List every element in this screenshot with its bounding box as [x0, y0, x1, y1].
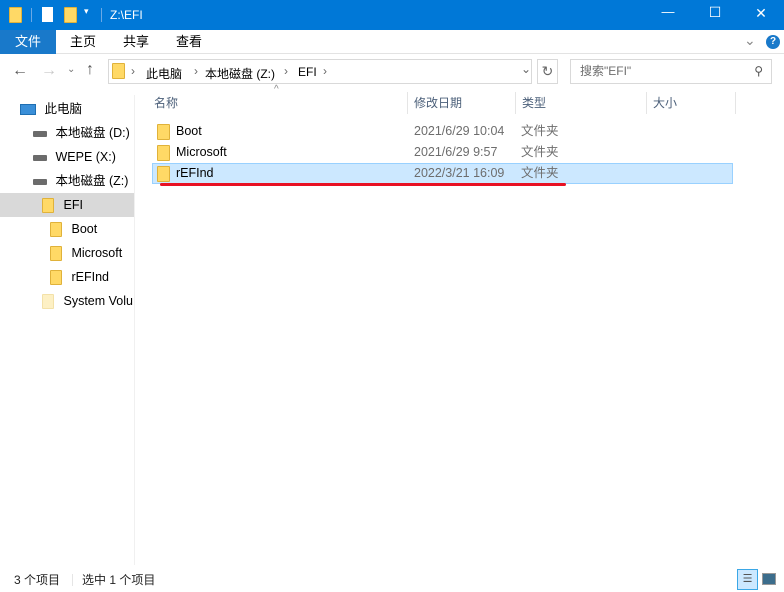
nav-label: 此电脑	[44, 102, 82, 116]
nav-label: Microsoft	[71, 246, 123, 260]
minimize-button[interactable]: —	[653, 4, 683, 19]
folder-icon	[157, 124, 170, 140]
item-count: 3 个项目	[14, 573, 61, 587]
folder-icon	[157, 145, 170, 161]
tab-file[interactable]: 文件	[0, 30, 56, 54]
column-header-size[interactable]: 大小	[647, 92, 736, 114]
file-date: 2021/6/29 9:57	[414, 145, 498, 159]
file-name: Microsoft	[176, 145, 227, 159]
nav-item-boot[interactable]: Boot	[0, 217, 134, 241]
nav-item-microsoft[interactable]: Microsoft	[0, 241, 134, 265]
folder-icon	[50, 222, 62, 238]
file-row[interactable]: Boot 2021/6/29 10:04 文件夹	[152, 121, 733, 142]
expand-ribbon-icon[interactable]: ⌄	[744, 32, 756, 49]
nav-item-this-pc[interactable]: 此电脑	[0, 97, 134, 121]
folder-icon	[50, 270, 62, 286]
address-dropdown-icon[interactable]: ⌄	[521, 62, 531, 76]
file-date: 2021/6/29 10:04	[414, 124, 505, 138]
ribbon: 文件 主页 共享 查看 ⌄ ?	[0, 30, 784, 54]
nav-label: 本地磁盘 (Z:)	[55, 174, 129, 188]
divider	[101, 8, 102, 22]
tab-home[interactable]: 主页	[56, 30, 110, 54]
refresh-button[interactable]: ↻	[537, 59, 558, 84]
file-type: 文件夹	[521, 145, 559, 159]
red-annotation-underline	[160, 183, 566, 186]
nav-label: WEPE (X:)	[55, 150, 116, 164]
chevron-right-icon[interactable]: ›	[284, 64, 288, 78]
title-bar: ▾ Z:\EFI — ☐ ✕	[0, 0, 784, 30]
file-name: rEFInd	[176, 166, 214, 180]
divider	[31, 8, 32, 22]
tab-view[interactable]: 查看	[162, 30, 216, 54]
column-header-name[interactable]: 名称	[148, 92, 408, 114]
folder-icon	[42, 294, 54, 310]
nav-item-system-volume[interactable]: System Volu	[0, 289, 134, 313]
nav-label: System Volu	[63, 294, 133, 308]
nav-item-drive-x[interactable]: WEPE (X:)	[0, 145, 134, 169]
search-input[interactable]: 搜索"EFI" ⚲	[570, 59, 772, 84]
up-button[interactable]: ↑	[86, 61, 94, 79]
search-icon[interactable]: ⚲	[754, 60, 763, 83]
folder-icon	[9, 7, 22, 23]
recent-locations-button[interactable]: ⌄	[67, 64, 75, 75]
close-button[interactable]: ✕	[746, 5, 776, 22]
tab-share[interactable]: 共享	[109, 30, 163, 54]
selection-count: 选中 1 个项目	[82, 573, 156, 587]
nav-label: rEFInd	[71, 270, 109, 284]
drive-icon	[33, 130, 47, 137]
folder-icon	[157, 166, 170, 182]
file-row[interactable]: Microsoft 2021/6/29 9:57 文件夹	[152, 142, 733, 163]
nav-label: EFI	[63, 198, 83, 212]
folder-icon	[50, 246, 62, 262]
breadcrumb-this-pc[interactable]: 此电脑	[146, 65, 182, 82]
nav-item-drive-d[interactable]: 本地磁盘 (D:)	[0, 121, 134, 145]
nav-item-refind[interactable]: rEFInd	[0, 265, 134, 289]
search-placeholder: 搜索"EFI"	[580, 64, 632, 78]
file-type: 文件夹	[521, 124, 559, 138]
chevron-right-icon[interactable]: ›	[131, 64, 135, 78]
column-header-type[interactable]: 类型	[516, 92, 647, 114]
window-title: Z:\EFI	[110, 8, 143, 22]
status-bar: 3 个项目 选中 1 个项目 ☰	[0, 568, 784, 592]
nav-label: Boot	[71, 222, 98, 236]
back-button[interactable]: ←	[12, 62, 28, 80]
breadcrumb-drive[interactable]: 本地磁盘 (Z:)	[205, 65, 275, 82]
divider	[72, 574, 73, 586]
maximize-button[interactable]: ☐	[700, 4, 730, 21]
customize-toolbar-icon[interactable]: ▾	[84, 6, 89, 17]
nav-label: 本地磁盘 (D:)	[55, 126, 130, 140]
drive-icon	[33, 178, 47, 185]
column-header-date[interactable]: 修改日期	[408, 92, 516, 114]
file-type: 文件夹	[521, 166, 559, 180]
large-icons-view-button[interactable]	[762, 573, 776, 585]
new-folder-icon[interactable]	[64, 7, 77, 23]
drive-icon	[33, 154, 47, 161]
computer-icon	[20, 104, 36, 116]
details-view-button[interactable]: ☰	[737, 569, 758, 590]
nav-item-efi[interactable]: EFI	[0, 193, 134, 217]
navigation-pane: 此电脑 本地磁盘 (D:) WEPE (X:) 本地磁盘 (Z:) EFI Bo…	[0, 95, 135, 565]
chevron-right-icon[interactable]: ›	[194, 64, 198, 78]
properties-icon[interactable]	[42, 7, 53, 22]
address-bar[interactable]: › 此电脑 › 本地磁盘 (Z:) › EFI › ⌄	[108, 59, 532, 84]
forward-button[interactable]: →	[41, 62, 57, 80]
file-name: Boot	[176, 124, 202, 138]
chevron-right-icon[interactable]: ›	[323, 64, 327, 78]
folder-icon	[112, 63, 125, 79]
help-icon[interactable]: ?	[766, 35, 780, 49]
folder-icon	[42, 198, 54, 214]
file-row-selected[interactable]: rEFInd 2022/3/21 16:09 文件夹	[152, 163, 733, 184]
nav-item-drive-z[interactable]: 本地磁盘 (Z:)	[0, 169, 134, 193]
file-date: 2022/3/21 16:09	[414, 166, 505, 180]
breadcrumb-efi[interactable]: EFI	[298, 65, 317, 79]
